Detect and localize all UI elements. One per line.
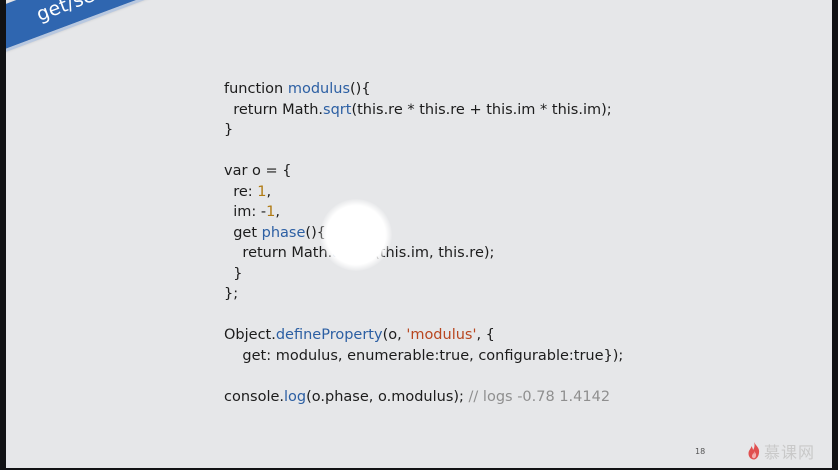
code-line: }; — [224, 284, 623, 305]
code-token: } — [224, 265, 243, 282]
code-line: Object.defineProperty(o, 'modulus', { — [224, 325, 623, 346]
code-line: } — [224, 264, 623, 285]
code-token: (o, — [382, 327, 407, 343]
code-token: phase — [261, 224, 306, 241]
page-number: 18 — [695, 447, 706, 456]
code-token: var o = { — [224, 163, 292, 179]
code-token: (this.re * this.re + this.im * this.im); — [351, 101, 612, 118]
code-token: (){ — [305, 224, 326, 241]
code-token: (this.im, this.re); — [374, 245, 495, 261]
code-token: log — [284, 388, 307, 405]
code-token: return Math. — [224, 245, 333, 261]
code-token: console. — [224, 388, 285, 405]
code-token: return Math. — [224, 101, 324, 118]
code-line: return Math.sqrt(this.re * this.re + thi… — [224, 100, 623, 121]
logo-text: 慕课网 — [764, 443, 816, 462]
code-token: 'modulus' — [406, 327, 477, 343]
flame-icon — [748, 442, 760, 460]
code-token: atan2 — [332, 245, 375, 261]
code-token: , — [275, 204, 280, 220]
title-banner: get/set方法与this — [6, 0, 364, 73]
slide-title: get/set方法与this — [32, 0, 193, 27]
code-block: function modulus(){ return Math.sqrt(thi… — [224, 79, 623, 407]
code-line: re: 1, — [224, 182, 623, 203]
code-token: modulus — [287, 81, 351, 97]
code-line: return Math.atan2(this.im, this.re); — [224, 243, 623, 264]
code-token: 1 — [266, 204, 276, 220]
code-token: } — [224, 122, 234, 138]
code-token: im: - — [224, 204, 267, 220]
code-line: } — [224, 120, 623, 141]
code-token: get: modulus, enumerable:true, configura… — [224, 347, 624, 364]
code-token: defineProperty — [275, 327, 383, 343]
code-line: function modulus(){ — [224, 79, 623, 100]
code-line: var o = { — [224, 161, 623, 182]
code-line: get: modulus, enumerable:true, configura… — [224, 346, 623, 367]
code-token: get — [224, 224, 262, 241]
code-token: re: — [224, 183, 258, 200]
code-line: console.log(o.phase, o.modulus); // logs… — [224, 387, 623, 408]
code-token: , — [266, 183, 272, 200]
code-token: (o.phase, o.modulus); — [306, 388, 469, 405]
code-token: Object. — [224, 327, 276, 343]
code-token: // logs -0.78 1.4142 — [468, 388, 611, 405]
code-token: sqrt — [323, 101, 352, 118]
code-token: , { — [476, 327, 495, 343]
code-token: 1 — [257, 183, 267, 200]
code-token: (){ — [350, 81, 371, 97]
brand-logo: 慕课网 — [747, 441, 816, 462]
code-token: function — [224, 81, 288, 97]
slide: get/set方法与this function modulus(){ retur… — [6, 0, 832, 468]
code-line: im: -1, — [224, 202, 623, 223]
code-line: get phase(){ — [224, 223, 623, 244]
code-token: }; — [224, 286, 239, 302]
